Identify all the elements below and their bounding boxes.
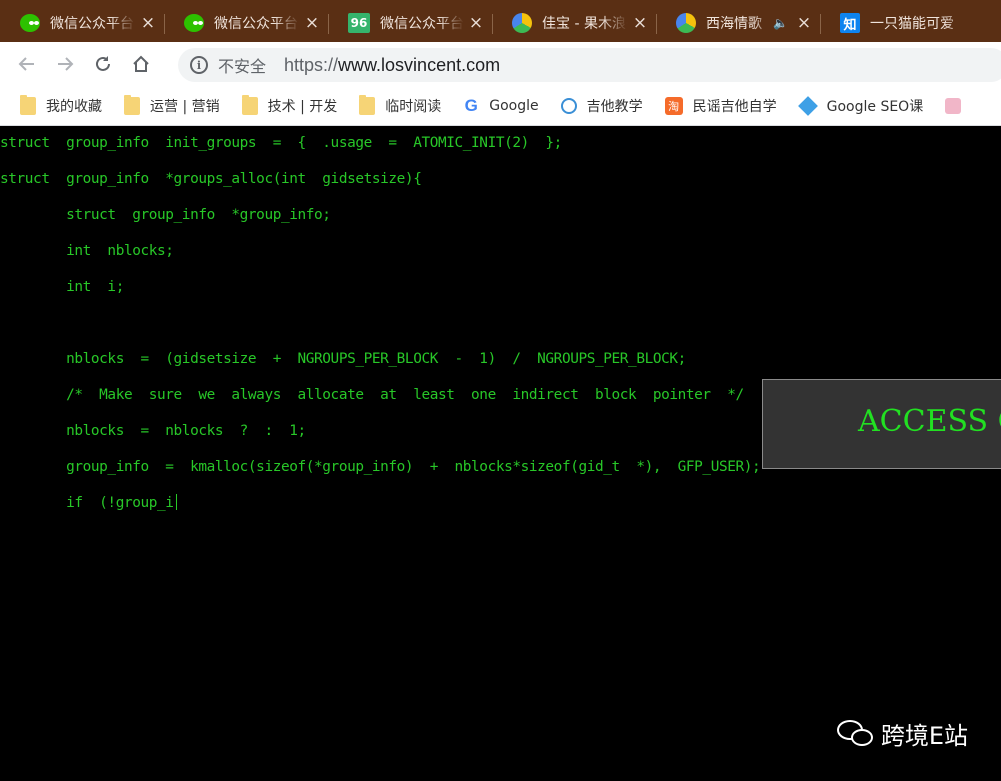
bookmark-more[interactable] [945, 97, 971, 114]
code-line: nblocks = (gidsetsize + NGROUPS_PER_BLOC… [0, 351, 686, 367]
bookmark-label: 临时阅读 [385, 98, 442, 115]
security-label[interactable]: 不安全 [218, 53, 266, 77]
bookmark-label: Google SEO课 [826, 98, 924, 115]
bookmark-folder-tech[interactable]: 技术 | 开发 [241, 94, 338, 116]
speaker-icon[interactable]: 🔈 [773, 16, 788, 30]
code-line: group_info = kmalloc(sizeof(*group_info)… [0, 459, 761, 475]
back-button[interactable] [16, 53, 38, 75]
arrow-right-icon [58, 57, 74, 71]
bookmark-folder-marketing[interactable]: 运营 | 营销 [124, 94, 220, 116]
text-cursor [175, 494, 177, 510]
watermark-text: 跨境E站 [880, 722, 968, 750]
close-icon[interactable]: × [140, 13, 156, 33]
home-icon [133, 55, 149, 72]
watermark: 跨境E站 [836, 716, 968, 751]
access-granted-popup: ACCESS GR [762, 379, 1001, 469]
close-icon[interactable]: × [796, 13, 812, 33]
folder-icon [359, 94, 376, 115]
tab-strip: 微信公众平台 × 微信公众平台 × 96 微信公众平台 × 佳宝 - 果木浪子 … [0, 0, 1001, 42]
code-line: struct group_info *groups_alloc(int gids… [0, 171, 422, 187]
bookmark-icon [945, 97, 962, 114]
folder-icon [20, 94, 36, 115]
tab-wechat-3[interactable]: 96 微信公众平台 × [328, 4, 492, 42]
wechat-icon [184, 14, 204, 32]
tab-music-2[interactable]: 西海情歌 🔈 × [656, 4, 820, 42]
code-line-current[interactable]: if (!group_i [0, 493, 177, 513]
taobao-icon: 淘 [664, 96, 683, 115]
access-message: ACCESS GR [858, 404, 1001, 439]
close-icon[interactable]: × [304, 13, 320, 33]
bookmark-folder-favorites[interactable]: 我的收藏 [20, 94, 102, 116]
bookmark-guitar[interactable]: 吉他教学 [560, 96, 643, 116]
code-terminal: struct group_info init_groups = { .usage… [0, 127, 1001, 781]
home-button[interactable] [130, 53, 152, 75]
reload-icon [96, 56, 110, 71]
close-icon[interactable]: × [468, 13, 484, 33]
bookmark-folk-guitar[interactable]: 淘 民谣吉他自学 [664, 96, 777, 116]
play-icon [512, 13, 532, 33]
url-text[interactable]: https://www.losvincent.com [284, 55, 500, 76]
96-icon: 96 [348, 13, 370, 33]
zhihu-icon: 知 [840, 13, 860, 33]
code-line: /* Make sure we always allocate at least… [0, 387, 744, 403]
bookmark-google-seo[interactable]: Google SEO课 [797, 95, 924, 116]
code-line: nblocks = nblocks ? : 1; [0, 423, 306, 439]
tab-title: 微信公众平台 [50, 16, 134, 32]
arrow-left-icon [18, 57, 34, 71]
google-icon: G [464, 95, 478, 115]
close-icon[interactable]: × [632, 13, 648, 33]
tab-title: 微信公众平台 [380, 16, 464, 32]
guitar-icon [560, 97, 577, 114]
code-line: struct group_info *group_info; [0, 207, 331, 223]
tab-wechat-2[interactable]: 微信公众平台 × [164, 4, 328, 42]
folder-icon [124, 94, 140, 115]
code-line: int i; [0, 279, 124, 295]
code-text: if (!group_i [0, 495, 174, 511]
tab-wechat-1[interactable]: 微信公众平台 × [0, 4, 164, 42]
tab-title: 一只猫能可爱 [870, 16, 954, 32]
folder-icon [241, 94, 258, 115]
info-icon[interactable]: i [190, 56, 208, 74]
reload-button[interactable] [92, 53, 114, 75]
url-scheme: https:// [284, 54, 339, 75]
bookmark-folder-reading[interactable]: 临时阅读 [359, 94, 442, 116]
bookmarks-bar: 我的收藏 运营 | 营销 技术 | 开发 临时阅读 G Google 吉他教学 … [0, 86, 1001, 126]
code-line: int nblocks; [0, 243, 174, 259]
play-icon [676, 13, 696, 33]
bookmark-label: 民谣吉他自学 [692, 98, 777, 115]
bookmark-label: 运营 | 营销 [150, 98, 220, 115]
tab-music-1[interactable]: 佳宝 - 果木浪子 × [492, 4, 656, 42]
bookmark-label: 技术 | 开发 [267, 98, 338, 115]
url-host: www.losvincent.com [338, 54, 501, 75]
browser-toolbar: i 不安全 https://www.losvincent.com [0, 42, 1001, 86]
chat-bubbles-icon [836, 719, 875, 748]
forward-button[interactable] [54, 53, 76, 75]
code-line: struct group_info init_groups = { .usage… [0, 135, 562, 151]
tab-zhihu[interactable]: 知 一只猫能可爱 [820, 4, 984, 42]
diamond-icon [797, 95, 818, 116]
wechat-icon [20, 14, 40, 32]
tab-title: 西海情歌 [706, 16, 762, 32]
bookmark-label: 我的收藏 [46, 98, 102, 115]
address-bar[interactable]: i 不安全 https://www.losvincent.com [178, 48, 1001, 82]
tab-title: 佳宝 - 果木浪子 [542, 16, 628, 32]
bookmark-google[interactable]: G Google [463, 95, 539, 115]
bookmark-label: Google [489, 97, 539, 114]
bookmark-label: 吉他教学 [586, 98, 643, 115]
tab-title: 微信公众平台 [214, 16, 298, 32]
